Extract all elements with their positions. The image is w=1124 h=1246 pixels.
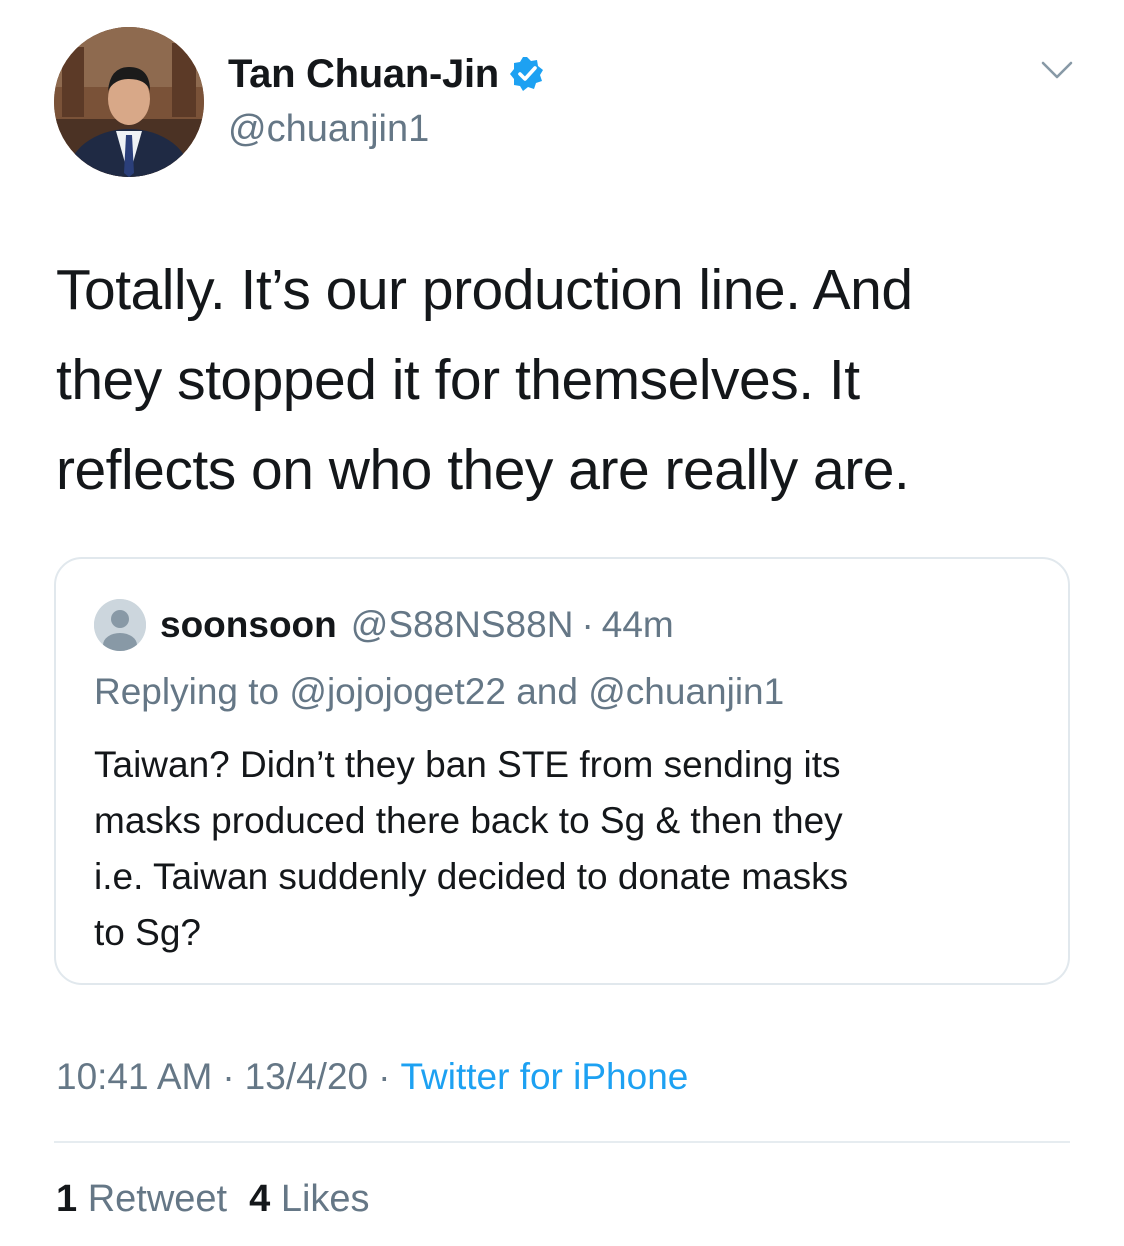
chevron-down-icon[interactable] xyxy=(1040,58,1074,82)
quoted-tweet-card[interactable]: soonsoon @S88NS88N · 44m Replying to @jo… xyxy=(54,557,1070,985)
tweet-time[interactable]: 10:41 AM xyxy=(56,1056,212,1097)
quoted-display-name: soonsoon xyxy=(160,604,337,645)
quoted-timestamp: 44m xyxy=(601,604,674,645)
meta-separator: · xyxy=(378,1056,391,1097)
quoted-text-line: to Sg? xyxy=(94,912,201,953)
meta-separator: · xyxy=(222,1056,235,1097)
tweet-text: Totally. It’s our production line. And t… xyxy=(56,245,1066,515)
quoted-text-line: masks produced there back to Sg & then t… xyxy=(94,800,843,841)
tweet-detail: Tan Chuan-Jin @chuanjin1 Totally. It’s o… xyxy=(0,0,1124,1246)
quoted-replying-to: Replying to @jojojoget22 and @chuanjin1 xyxy=(94,671,785,712)
quoted-tweet-header: soonsoon @S88NS88N · 44m xyxy=(94,597,674,653)
likes-stat[interactable]: 4 Likes xyxy=(249,1178,369,1220)
likes-label: Likes xyxy=(280,1178,370,1220)
divider xyxy=(54,1141,1070,1143)
retweets-stat[interactable]: 1 Retweet xyxy=(56,1178,227,1220)
default-profile-icon xyxy=(94,599,146,651)
tweet-date[interactable]: 13/4/20 xyxy=(245,1056,368,1097)
quoted-separator: · xyxy=(581,604,594,645)
retweets-count: 1 xyxy=(56,1178,78,1220)
quoted-handle: @S88NS88N xyxy=(350,604,574,645)
tweet-stats: 1 Retweet 4 Likes xyxy=(56,1178,370,1221)
likes-count: 4 xyxy=(249,1178,271,1220)
author-avatar[interactable] xyxy=(54,27,204,177)
tweet-text-line: reflects on who they are really are. xyxy=(56,438,910,502)
quoted-text-line: i.e. Taiwan suddenly decided to donate m… xyxy=(94,856,849,897)
quoted-tweet-text: Taiwan? Didn’t they ban STE from sending… xyxy=(94,737,1034,961)
tweet-source-link[interactable]: Twitter for iPhone xyxy=(400,1056,688,1097)
tweet-meta: 10:41 AM · 13/4/20 · Twitter for iPhone xyxy=(56,1056,688,1098)
tweet-text-line: Totally. It’s our production line. And xyxy=(56,258,913,322)
author-avatar-image xyxy=(54,27,204,177)
author-name-row: Tan Chuan-Jin xyxy=(228,50,545,98)
retweets-label: Retweet xyxy=(87,1178,228,1220)
author-handle[interactable]: @chuanjin1 xyxy=(228,108,429,151)
author-display-name[interactable]: Tan Chuan-Jin xyxy=(228,52,499,97)
tweet-text-line: they stopped it for themselves. It xyxy=(56,348,860,412)
verified-badge-icon xyxy=(509,56,545,92)
quoted-text-line: Taiwan? Didn’t they ban STE from sending… xyxy=(94,744,841,785)
